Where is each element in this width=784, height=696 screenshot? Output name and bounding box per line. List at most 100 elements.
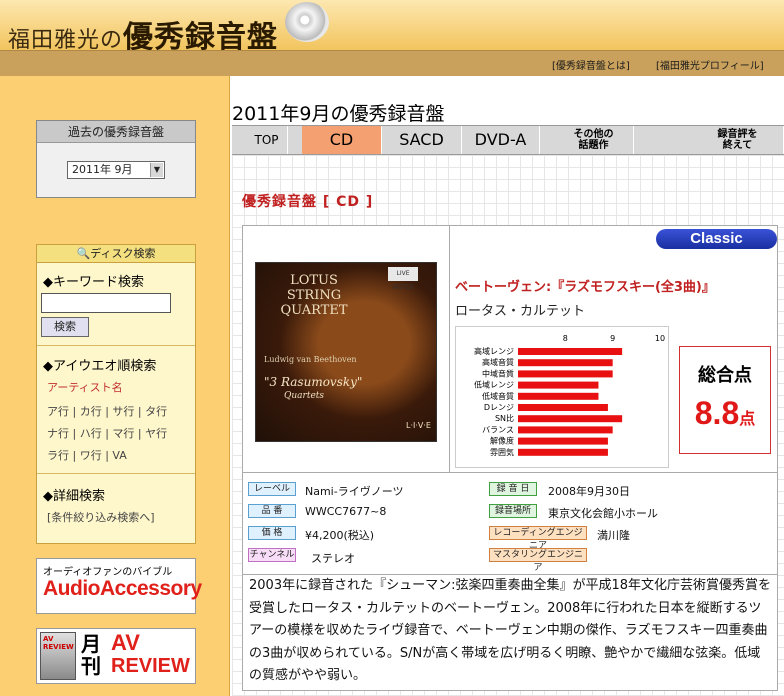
tab-review-afterword[interactable]: 録音評を 終えて: [692, 126, 784, 154]
overall-score-unit: 点: [739, 411, 756, 428]
keyword-input[interactable]: [41, 293, 171, 313]
audio-accessory-banner[interactable]: オーディオファンのバイブル AudioAccessory: [36, 558, 202, 614]
disc-search-box: 🔍ディスク検索 ◆キーワード検索 検索 ◆アイウエオ順検索 アーティスト名 ア行…: [36, 244, 196, 544]
divider: [37, 345, 195, 346]
banner-tagline: オーディオファンのバイブル: [43, 567, 173, 578]
divider: [243, 472, 777, 473]
chart-bar: [518, 348, 623, 355]
month-select-value: 2011年 9月: [72, 163, 133, 176]
kana-row[interactable]: ラ行 | ワ行 | VA: [47, 447, 127, 463]
site-header: 福田雅光の優秀録音盤: [0, 0, 784, 55]
price-tag: 価 格: [248, 526, 296, 540]
chart-tick-label: 10: [655, 334, 665, 343]
av-review-banner[interactable]: AV REVIEW 月刊 AV REVIEW: [36, 628, 196, 684]
channel-tag: チャンネル: [248, 548, 296, 562]
chart-category-label: 高域レンジ: [474, 346, 514, 356]
aiueo-search-heading: ◆アイウエオ順検索: [43, 359, 157, 374]
cover-line: STRING: [286, 288, 342, 303]
disc-search-title-text: ディスク検索: [90, 247, 156, 260]
chart-bar: [518, 370, 613, 378]
banner-av-logo: AV REVIEW: [111, 630, 190, 678]
rating-chart: 8 9 10 高域レンジ 高域音質 中域音質 低域レンジ 低域音質 Dレンジ SN比 バランス 解像度…: [455, 326, 669, 468]
cover-live-logo: L·I·V·E: [406, 421, 431, 430]
live-notes-logo: LIVE NOTES: [388, 267, 418, 291]
past-records-title: 過去の優秀録音盤: [37, 121, 195, 143]
chart-bar: [518, 359, 613, 367]
tab-sacd[interactable]: SACD: [382, 126, 462, 154]
rating-chart-svg: 8 9 10 高域レンジ高域音質中域音質低域レンジ低域音質 DレンジSN比バランス解像度…: [474, 334, 665, 457]
label-tag: レーベル: [248, 482, 296, 496]
mastering-engineer-tag: マスタリングエンジニア: [489, 548, 587, 573]
genre-badge: Classic: [656, 229, 777, 249]
chart-category-label: 高域音質: [482, 357, 514, 367]
rec-date-tag: 録 音 日: [489, 482, 537, 496]
album-title: ベートーヴェン:『ラズモフスキー(全3曲)』: [455, 280, 715, 295]
artist-name-link[interactable]: アーティスト名: [47, 379, 123, 395]
about-link[interactable]: [優秀録音盤とは]: [552, 57, 630, 72]
detail-search-link[interactable]: [条件絞り込み検索へ]: [47, 509, 155, 525]
rec-date-value: 2008年9月30日: [548, 485, 630, 498]
category-tabs: TOP CD SACD DVD-A その他の 話題作 録音評を 終えて: [232, 125, 784, 155]
banner-gekkan: 月刊: [81, 632, 101, 678]
tab-other-topics[interactable]: その他の 話題作: [554, 126, 634, 154]
search-button[interactable]: 検索: [41, 317, 89, 337]
record-card: LOTUS STRING QUARTET LIVE NOTES Ludwig v…: [242, 225, 778, 691]
rec-place-value: 東京文化会館小ホール: [548, 507, 658, 520]
magazine-cover-text: AV REVIEW: [43, 635, 74, 651]
tab-dvda[interactable]: DVD-A: [462, 126, 540, 154]
overall-score-number: 8.8: [694, 395, 740, 431]
product-number-tag: 品 番: [248, 504, 296, 518]
chart-bar: [518, 415, 623, 423]
chart-bar: [518, 437, 608, 445]
header-link-bar: [優秀録音盤とは] [福田雅光プロフィール]: [0, 50, 784, 76]
chart-category-label: バランス: [482, 425, 514, 434]
cover-work: "3 Rasumovsky": [264, 375, 363, 389]
chevron-down-icon[interactable]: ▼: [150, 163, 163, 177]
recording-engineer-tag: レコーディングエンジニア: [489, 526, 587, 551]
album-artist: ロータス・カルテット: [455, 304, 586, 319]
chart-category-label: 解像度: [490, 436, 514, 446]
section-title: 優秀録音盤 [ CD ]: [242, 194, 374, 210]
overall-score-value: 8.8点: [680, 395, 770, 432]
kana-row[interactable]: ナ行 | ハ行 | マ行 | ヤ行: [47, 425, 167, 441]
divider: [449, 226, 450, 472]
chart-bar: [518, 426, 613, 434]
price-value: ¥4,200(税込): [305, 529, 375, 542]
chart-category-label: Dレンジ: [484, 403, 514, 412]
overall-score-box: 総合点 8.8点: [679, 346, 771, 454]
cover-work-2: Quartets: [284, 391, 325, 401]
chart-category-label: 低域レンジ: [474, 380, 514, 390]
kana-row[interactable]: ア行 | カ行 | サ行 | タ行: [47, 403, 167, 419]
chart-category-label: SN比: [495, 413, 514, 423]
page-title: 2011年9月の優秀録音盤: [232, 103, 445, 125]
overall-score-label: 総合点: [698, 365, 752, 386]
banner-review-text: REVIEW: [111, 655, 190, 677]
divider: [37, 473, 195, 474]
cover-line: LOTUS: [290, 273, 338, 288]
review-description: 2003年に録音された『シューマン:弦楽四重奏曲全集』が平成18年文化庁芸術賞優…: [243, 574, 777, 690]
tab-cd[interactable]: CD: [302, 126, 382, 154]
month-select[interactable]: 2011年 9月 ▼: [67, 161, 165, 179]
disc-search-title: 🔍ディスク検索: [37, 245, 195, 263]
chart-bar: [518, 404, 608, 411]
chart-category-label: 低域音質: [482, 391, 514, 401]
chart-bar: [518, 392, 599, 400]
album-cover-image: LOTUS STRING QUARTET LIVE NOTES Ludwig v…: [255, 262, 437, 442]
keyword-search-heading: ◆キーワード検索: [43, 275, 144, 290]
past-records-box: 過去の優秀録音盤 2011年 9月 ▼: [36, 120, 196, 198]
chart-category-label: 中域音質: [482, 368, 514, 378]
profile-link[interactable]: [福田雅光プロフィール]: [656, 57, 764, 72]
sidebar: 過去の優秀録音盤 2011年 9月 ▼ 🔍ディスク検索 ◆キーワード検索 検索 ◆…: [0, 76, 230, 696]
search-icon: 🔍: [76, 247, 91, 260]
chart-category-label: 雰囲気: [490, 447, 514, 457]
chart-bar: [518, 381, 599, 389]
cover-line: QUARTET: [280, 303, 348, 318]
product-number-value: WWCC7677~8: [305, 505, 387, 518]
banner-av-text: AV: [111, 630, 140, 655]
channel-value: ステレオ: [311, 552, 355, 565]
magazine-cover-image: AV REVIEW: [40, 632, 76, 680]
cd-disc-icon: [285, 2, 329, 42]
banner-name: AudioAccessory: [43, 577, 202, 600]
tab-top[interactable]: TOP: [246, 126, 288, 154]
recording-engineer-value: 満川隆: [597, 529, 630, 542]
